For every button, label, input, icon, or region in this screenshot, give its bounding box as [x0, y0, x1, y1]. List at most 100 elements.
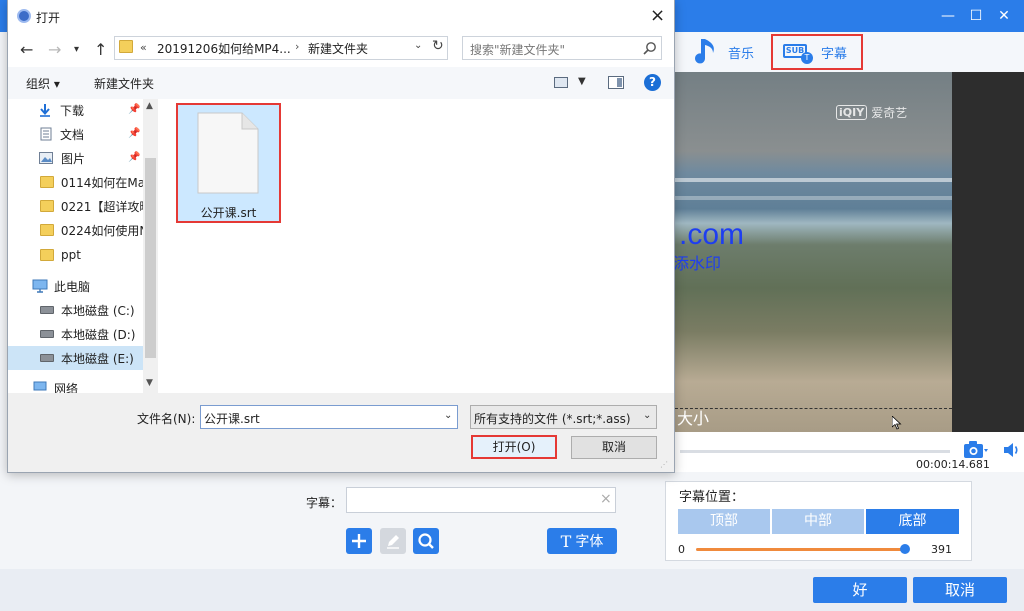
tool-music-label: 音乐: [728, 46, 755, 62]
breadcrumb-item[interactable]: 新建文件夹: [308, 40, 368, 57]
add-subtitle-button[interactable]: [346, 528, 372, 554]
brand-name: 爱奇艺: [871, 106, 908, 120]
chevron-down-icon[interactable]: ⌄: [643, 410, 651, 421]
subtitle-input[interactable]: [346, 487, 616, 513]
search-placeholder: 搜索"新建文件夹": [470, 43, 566, 57]
nav-item-drive-e[interactable]: 本地磁盘 (E:): [8, 346, 144, 370]
font-icon: T: [560, 531, 572, 551]
refresh-icon[interactable]: ↻: [432, 38, 444, 54]
scroll-up-icon[interactable]: ▲: [146, 101, 153, 111]
font-button-label: 字体: [575, 534, 604, 550]
tool-subtitle[interactable]: SUB T 字幕: [771, 34, 863, 70]
tool-subtitle-label: 字幕: [821, 46, 848, 62]
nav-item-label: 图片: [61, 151, 86, 166]
nav-item-folder[interactable]: 0221【超详攻略: [8, 194, 144, 218]
nav-item-downloads[interactable]: 下载: [8, 98, 144, 122]
subtitle-label: 字幕：: [306, 496, 343, 510]
nav-item-label: 0114如何在Ma: [60, 175, 144, 190]
computer-icon: [32, 279, 48, 293]
font-button[interactable]: T 字体: [547, 528, 617, 554]
pin-icon[interactable]: 📌: [128, 104, 140, 115]
search-subtitle-button[interactable]: [413, 528, 439, 554]
position-top-button[interactable]: 顶部: [678, 509, 770, 534]
position-bottom-button[interactable]: 底部: [866, 509, 959, 534]
open-button[interactable]: 打开(O): [471, 435, 557, 459]
help-icon[interactable]: ?: [644, 74, 661, 91]
position-label: 字幕位置：: [679, 490, 745, 505]
nav-item-label: 本地磁盘 (D:): [61, 327, 136, 342]
folder-icon: [40, 176, 54, 188]
overlay-text-com: .com: [679, 218, 745, 251]
forward-arrow-icon[interactable]: →: [48, 40, 61, 59]
close-app-icon[interactable]: ✕: [994, 6, 1014, 26]
pin-icon[interactable]: 📌: [128, 152, 140, 163]
dialog-cancel-button[interactable]: 取消: [571, 436, 657, 459]
clear-icon[interactable]: ×: [600, 491, 612, 507]
minimize-icon[interactable]: —: [938, 6, 958, 26]
resize-grip-icon[interactable]: ⋰: [660, 460, 668, 469]
nav-item-folder[interactable]: 0224如何使用N: [8, 218, 144, 242]
nav-item-label: 0221【超详攻略: [60, 199, 144, 214]
mouse-cursor-icon: [892, 416, 902, 430]
ok-button[interactable]: 好: [813, 577, 907, 603]
camera-icon[interactable]: [963, 440, 989, 460]
folder-icon: [40, 200, 54, 212]
nav-item-folder[interactable]: 0114如何在Ma: [8, 170, 144, 194]
volume-icon[interactable]: [1003, 442, 1021, 458]
scroll-down-icon[interactable]: ▼: [146, 378, 153, 388]
dialog-titlebar: [8, 0, 674, 32]
nav-item-drive-d[interactable]: 本地磁盘 (D:): [8, 322, 144, 346]
breadcrumb-separator: ›: [295, 40, 300, 53]
brand-logo: iQIY: [836, 105, 868, 120]
chevron-down-icon[interactable]: ⌄: [444, 410, 452, 421]
pin-icon[interactable]: 📌: [128, 128, 140, 139]
nav-item-label: 下载: [60, 103, 85, 118]
tool-music[interactable]: 音乐: [694, 34, 754, 70]
slider-thumb[interactable]: [900, 544, 910, 554]
maximize-icon[interactable]: ☐: [966, 6, 986, 26]
new-folder-button[interactable]: 新建文件夹: [94, 75, 154, 92]
back-arrow-icon[interactable]: ←: [20, 40, 33, 59]
recent-chevron-icon[interactable]: ▾: [74, 44, 79, 55]
drive-icon: [40, 330, 54, 338]
folder-icon: [40, 249, 54, 261]
video-letterbox: [952, 72, 1024, 432]
brand-watermark: iQIY 爱奇艺: [836, 104, 907, 121]
nav-item-drive-c[interactable]: 本地磁盘 (C:): [8, 298, 144, 322]
cancel-button[interactable]: 取消: [913, 577, 1007, 603]
app-icon: [17, 9, 31, 23]
breadcrumb-item[interactable]: 20191206如何给MP4...: [157, 40, 291, 57]
view-mode-icon[interactable]: [554, 77, 568, 88]
up-arrow-icon[interactable]: ↑: [94, 40, 107, 59]
slider-max-label: 391: [931, 543, 952, 556]
scrollbar-thumb[interactable]: [145, 158, 156, 358]
nav-item-documents[interactable]: 文档: [8, 122, 144, 146]
position-middle-button[interactable]: 中部: [772, 509, 864, 534]
dialog-close-icon[interactable]: ×: [650, 5, 665, 26]
magnifier-icon: [418, 533, 434, 549]
position-slider[interactable]: [696, 548, 908, 551]
preview-pane-icon[interactable]: [608, 76, 624, 89]
file-icon: [197, 112, 259, 194]
filename-value: 公开课.srt: [204, 412, 260, 426]
nav-item-network[interactable]: 网络: [8, 378, 144, 393]
edit-subtitle-button[interactable]: [380, 528, 406, 554]
music-note-icon: [695, 39, 714, 64]
subtitle-icon: SUB T: [783, 42, 813, 64]
filename-label: 文件名(N):: [137, 412, 196, 426]
pencil-icon: [387, 535, 399, 549]
search-icon[interactable]: [643, 41, 657, 55]
drive-icon: [40, 306, 54, 314]
drive-icon: [40, 354, 54, 362]
seek-bar[interactable]: [680, 450, 950, 453]
nav-item-this-pc[interactable]: 此电脑: [8, 274, 144, 298]
nav-item-folder[interactable]: ppt: [8, 243, 144, 267]
overlay-text-size: 大小: [677, 409, 710, 428]
organize-menu[interactable]: 组织 ▾: [26, 75, 60, 92]
nav-item-pictures[interactable]: 图片: [8, 146, 144, 170]
dialog-title: 打开: [36, 11, 61, 25]
breadcrumb-overflow[interactable]: «: [140, 41, 147, 54]
chevron-down-icon[interactable]: ▼: [578, 76, 586, 87]
nav-item-label: 此电脑: [54, 279, 91, 294]
chevron-down-icon[interactable]: ⌄: [414, 40, 422, 51]
